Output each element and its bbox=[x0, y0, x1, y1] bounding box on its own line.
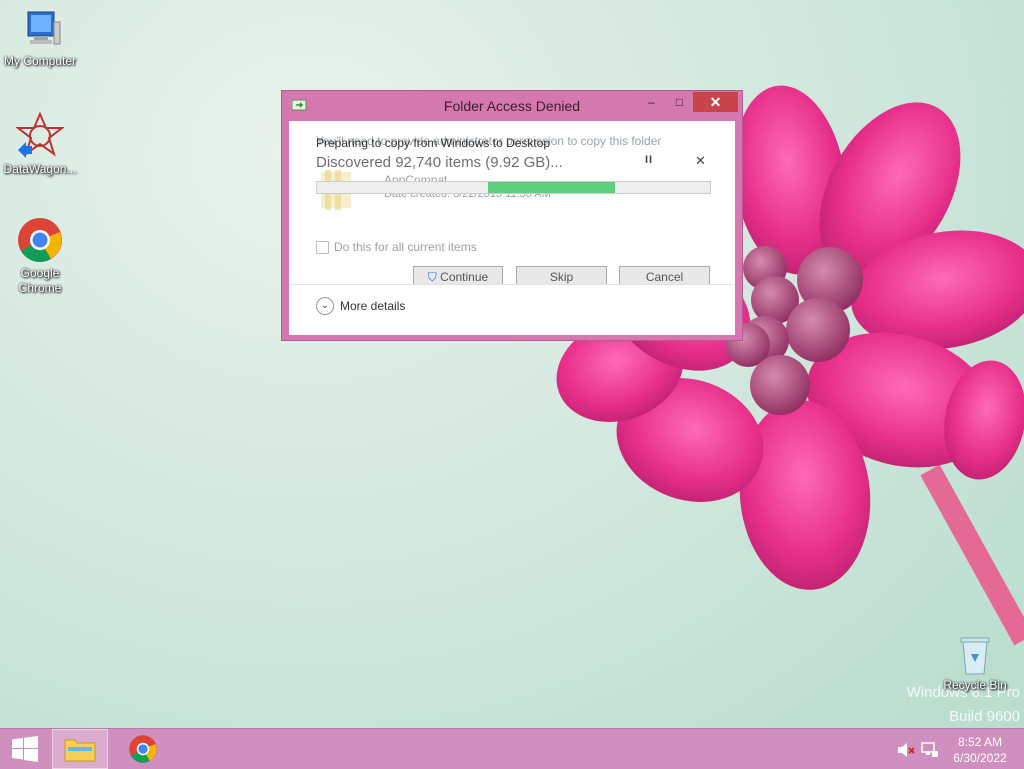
pause-button[interactable]: II bbox=[645, 154, 653, 166]
apply-all-checkbox[interactable] bbox=[316, 241, 329, 254]
datawagon-icon bbox=[16, 112, 64, 158]
discovered-items-text: Discovered 92,740 items (9.92 GB)... bbox=[316, 154, 563, 171]
apply-all-label: Do this for all current items bbox=[334, 240, 477, 254]
start-button[interactable] bbox=[6, 729, 46, 769]
taskbar-file-explorer[interactable] bbox=[52, 729, 108, 769]
cancel-copy-button[interactable]: ✕ bbox=[695, 153, 706, 169]
desktop-icon-datawagon[interactable]: DataWagon... bbox=[0, 112, 80, 177]
continue-label: Continue bbox=[440, 270, 489, 284]
dialog-client-area: You'll need to provide administrator per… bbox=[289, 121, 735, 335]
taskbar-chrome[interactable] bbox=[118, 729, 168, 769]
windows-logo-icon bbox=[12, 736, 38, 762]
desktop-icon-label: Recycle Bin bbox=[943, 678, 1007, 692]
desktop-icon-label: Google Chrome bbox=[18, 266, 62, 295]
chevron-down-icon[interactable]: ⌄ bbox=[316, 297, 334, 315]
more-details-link[interactable]: More details bbox=[340, 299, 405, 313]
minimize-button[interactable]: – bbox=[638, 92, 665, 112]
copy-dialog-window[interactable]: Folder Access Denied – □ ✕ You'll need t… bbox=[281, 90, 743, 341]
continue-button[interactable]: ⛉ Continue bbox=[413, 266, 503, 286]
taskbar: 8:52 AM 6/30/2022 bbox=[0, 728, 1024, 769]
copy-status-text: Preparing to copy from Windows to Deskto… bbox=[316, 136, 551, 150]
desktop-icon-my-computer[interactable]: My Computer bbox=[0, 8, 80, 69]
clock-date[interactable]: 6/30/2022 bbox=[948, 751, 1012, 765]
desktop-icon-label: My Computer bbox=[3, 54, 77, 68]
chrome-icon bbox=[129, 735, 157, 763]
close-button[interactable]: ✕ bbox=[693, 92, 738, 112]
copy-progress-bar bbox=[316, 181, 711, 194]
recycle-bin-icon bbox=[960, 637, 990, 675]
desktop-icon-google-chrome[interactable]: Google Chrome bbox=[0, 216, 80, 296]
clock-time[interactable]: 8:52 AM bbox=[948, 735, 1012, 749]
copy-progress-fill bbox=[488, 182, 615, 193]
volume-muted-icon[interactable] bbox=[897, 742, 915, 758]
maximize-button[interactable]: □ bbox=[666, 92, 693, 112]
windows-watermark-build: Build 9600 bbox=[949, 708, 1020, 725]
cancel-button[interactable]: Cancel bbox=[619, 266, 710, 286]
shield-icon: ⛉ bbox=[427, 270, 437, 284]
folder-icon bbox=[64, 739, 96, 762]
skip-button[interactable]: Skip bbox=[516, 266, 607, 286]
chrome-icon bbox=[18, 218, 62, 262]
desktop-icon-recycle-bin[interactable]: Recycle Bin bbox=[935, 632, 1015, 693]
computer-icon bbox=[27, 11, 61, 45]
network-icon[interactable] bbox=[921, 742, 939, 758]
title-bar[interactable]: Folder Access Denied – □ ✕ bbox=[282, 91, 742, 119]
desktop-icon-label: DataWagon... bbox=[3, 162, 77, 176]
